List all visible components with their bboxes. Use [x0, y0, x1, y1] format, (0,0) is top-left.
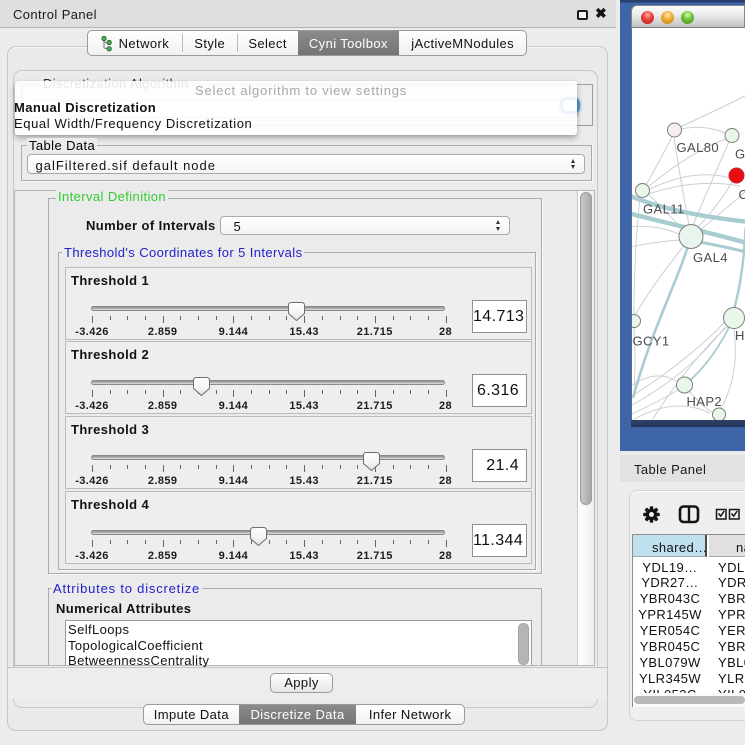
svg-text:GCY1: GCY1	[633, 334, 670, 349]
svg-text:GAL11: GAL11	[643, 202, 685, 217]
svg-text:GAL4: GAL4	[693, 250, 728, 265]
svg-text:G: G	[735, 147, 745, 162]
svg-text:HAP2: HAP2	[687, 394, 723, 409]
svg-text:GAL80: GAL80	[677, 140, 719, 155]
svg-text:C: C	[739, 187, 745, 202]
svg-text:H: H	[735, 328, 745, 343]
